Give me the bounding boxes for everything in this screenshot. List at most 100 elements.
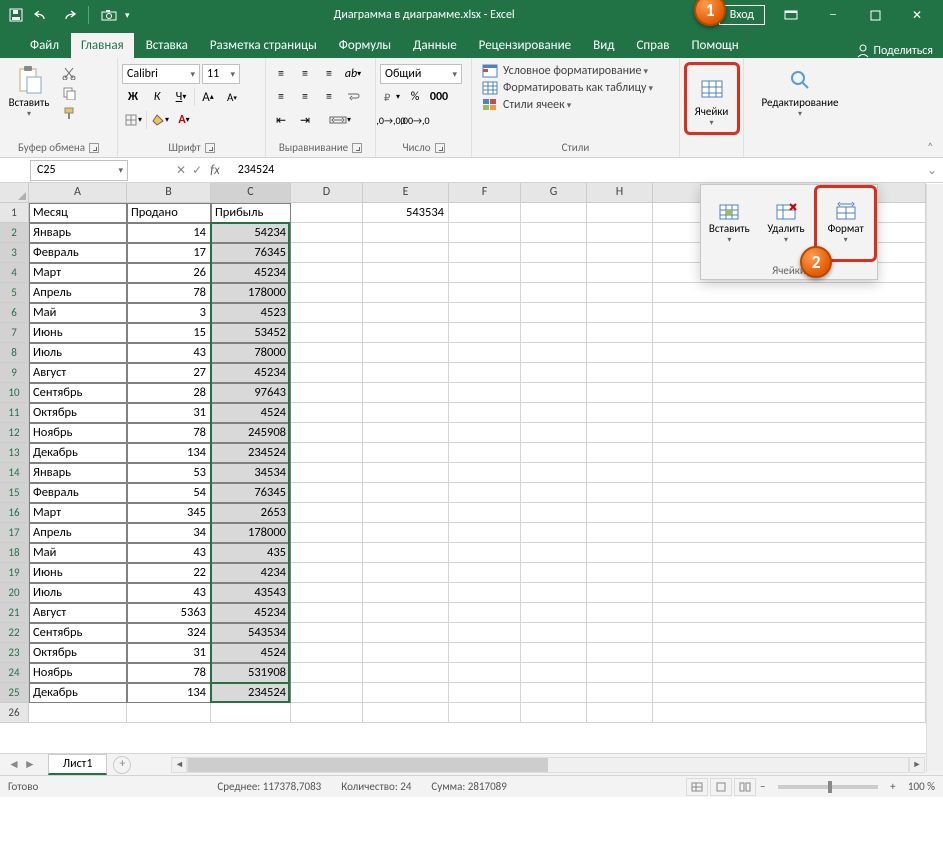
- zoom-level[interactable]: 100 %: [908, 780, 935, 793]
- add-sheet-button[interactable]: +: [113, 756, 131, 774]
- cell[interactable]: Месяц: [29, 203, 127, 223]
- number-format-combo[interactable]: Общий: [380, 64, 462, 84]
- cell[interactable]: 43543: [211, 583, 291, 603]
- cell[interactable]: [521, 563, 587, 583]
- cell[interactable]: [653, 603, 926, 623]
- row-header[interactable]: 12: [0, 423, 29, 443]
- cell[interactable]: [449, 243, 521, 263]
- collapse-ribbon-icon[interactable]: ˄: [927, 141, 941, 155]
- cell[interactable]: 26: [127, 263, 211, 283]
- cell[interactable]: [363, 643, 449, 663]
- cell[interactable]: 78000: [211, 343, 291, 363]
- cell[interactable]: [653, 683, 926, 703]
- cell[interactable]: Август: [29, 363, 127, 383]
- cell[interactable]: [521, 523, 587, 543]
- cell[interactable]: [291, 263, 363, 283]
- currency-icon[interactable]: ₽▾: [380, 87, 402, 107]
- italic-button[interactable]: К: [146, 87, 168, 107]
- cell[interactable]: [449, 523, 521, 543]
- cell[interactable]: [653, 283, 926, 303]
- cell[interactable]: [127, 703, 211, 723]
- cell[interactable]: [449, 463, 521, 483]
- align-middle-icon[interactable]: ≡: [294, 64, 316, 84]
- row-header[interactable]: 11: [0, 403, 29, 423]
- cell[interactable]: Июль: [29, 583, 127, 603]
- cell[interactable]: [587, 623, 653, 643]
- cell[interactable]: 17: [127, 243, 211, 263]
- cell[interactable]: 54: [127, 483, 211, 503]
- increase-indent-icon[interactable]: ⇥: [294, 110, 316, 130]
- cell[interactable]: 45234: [211, 363, 291, 383]
- cancel-formula-icon[interactable]: ✕: [176, 163, 186, 178]
- cell[interactable]: [587, 503, 653, 523]
- cell[interactable]: 134: [127, 443, 211, 463]
- cell[interactable]: 43: [127, 543, 211, 563]
- cell[interactable]: [363, 423, 449, 443]
- cell[interactable]: [449, 603, 521, 623]
- cell[interactable]: [653, 443, 926, 463]
- enter-formula-icon[interactable]: ✓: [192, 163, 202, 178]
- cell[interactable]: [521, 363, 587, 383]
- fx-icon[interactable]: fx: [210, 163, 220, 178]
- cell[interactable]: [363, 503, 449, 523]
- cell[interactable]: 78: [127, 663, 211, 683]
- row-header[interactable]: 20: [0, 583, 29, 603]
- cell[interactable]: [521, 503, 587, 523]
- cell[interactable]: [363, 383, 449, 403]
- cell[interactable]: [291, 583, 363, 603]
- cell[interactable]: [449, 703, 521, 723]
- cell[interactable]: Октябрь: [29, 403, 127, 423]
- cell[interactable]: [587, 283, 653, 303]
- cell[interactable]: [363, 603, 449, 623]
- cell[interactable]: [291, 643, 363, 663]
- cell[interactable]: [521, 283, 587, 303]
- col-header[interactable]: F: [449, 183, 521, 203]
- cell[interactable]: 45234: [211, 603, 291, 623]
- col-header[interactable]: C: [211, 183, 291, 203]
- cell[interactable]: 27: [127, 363, 211, 383]
- row-header[interactable]: 6: [0, 303, 29, 323]
- copy-icon[interactable]: [58, 84, 80, 102]
- cell[interactable]: [291, 623, 363, 643]
- cell[interactable]: [587, 383, 653, 403]
- cell[interactable]: 14: [127, 223, 211, 243]
- cell[interactable]: [653, 563, 926, 583]
- row-header[interactable]: 13: [0, 443, 29, 463]
- cell[interactable]: 245908: [211, 423, 291, 443]
- cell[interactable]: [449, 563, 521, 583]
- cell[interactable]: Сентябрь: [29, 623, 127, 643]
- cell[interactable]: [653, 543, 926, 563]
- cell[interactable]: [363, 463, 449, 483]
- font-name-combo[interactable]: Calibri: [122, 64, 200, 84]
- row-header[interactable]: 25: [0, 683, 29, 703]
- cell[interactable]: [449, 343, 521, 363]
- dialog-launcher-icon[interactable]: [435, 143, 445, 153]
- tab-formulas[interactable]: Формулы: [329, 33, 401, 58]
- cell[interactable]: 4524: [211, 403, 291, 423]
- page-break-view-icon[interactable]: [734, 778, 756, 796]
- cell[interactable]: [653, 343, 926, 363]
- cell[interactable]: [363, 443, 449, 463]
- cell[interactable]: [291, 363, 363, 383]
- minimize-button[interactable]: ─: [813, 4, 853, 26]
- cell[interactable]: 435: [211, 543, 291, 563]
- cell[interactable]: [587, 683, 653, 703]
- col-header[interactable]: H: [587, 183, 653, 203]
- cell[interactable]: [291, 343, 363, 363]
- cell[interactable]: [363, 263, 449, 283]
- cell[interactable]: Ноябрь: [29, 663, 127, 683]
- cell[interactable]: [521, 383, 587, 403]
- cell[interactable]: [521, 243, 587, 263]
- cell[interactable]: [363, 523, 449, 543]
- cell[interactable]: [653, 583, 926, 603]
- cell[interactable]: [521, 643, 587, 663]
- sheet-tab[interactable]: Лист1: [48, 754, 108, 775]
- cell[interactable]: [291, 203, 363, 223]
- col-header[interactable]: D: [291, 183, 363, 203]
- row-header[interactable]: 4: [0, 263, 29, 283]
- row-header[interactable]: 7: [0, 323, 29, 343]
- scroll-right-icon[interactable]: ►: [909, 757, 925, 773]
- cell[interactable]: [449, 383, 521, 403]
- cell[interactable]: 3: [127, 303, 211, 323]
- ribbon-options-icon[interactable]: [771, 4, 811, 26]
